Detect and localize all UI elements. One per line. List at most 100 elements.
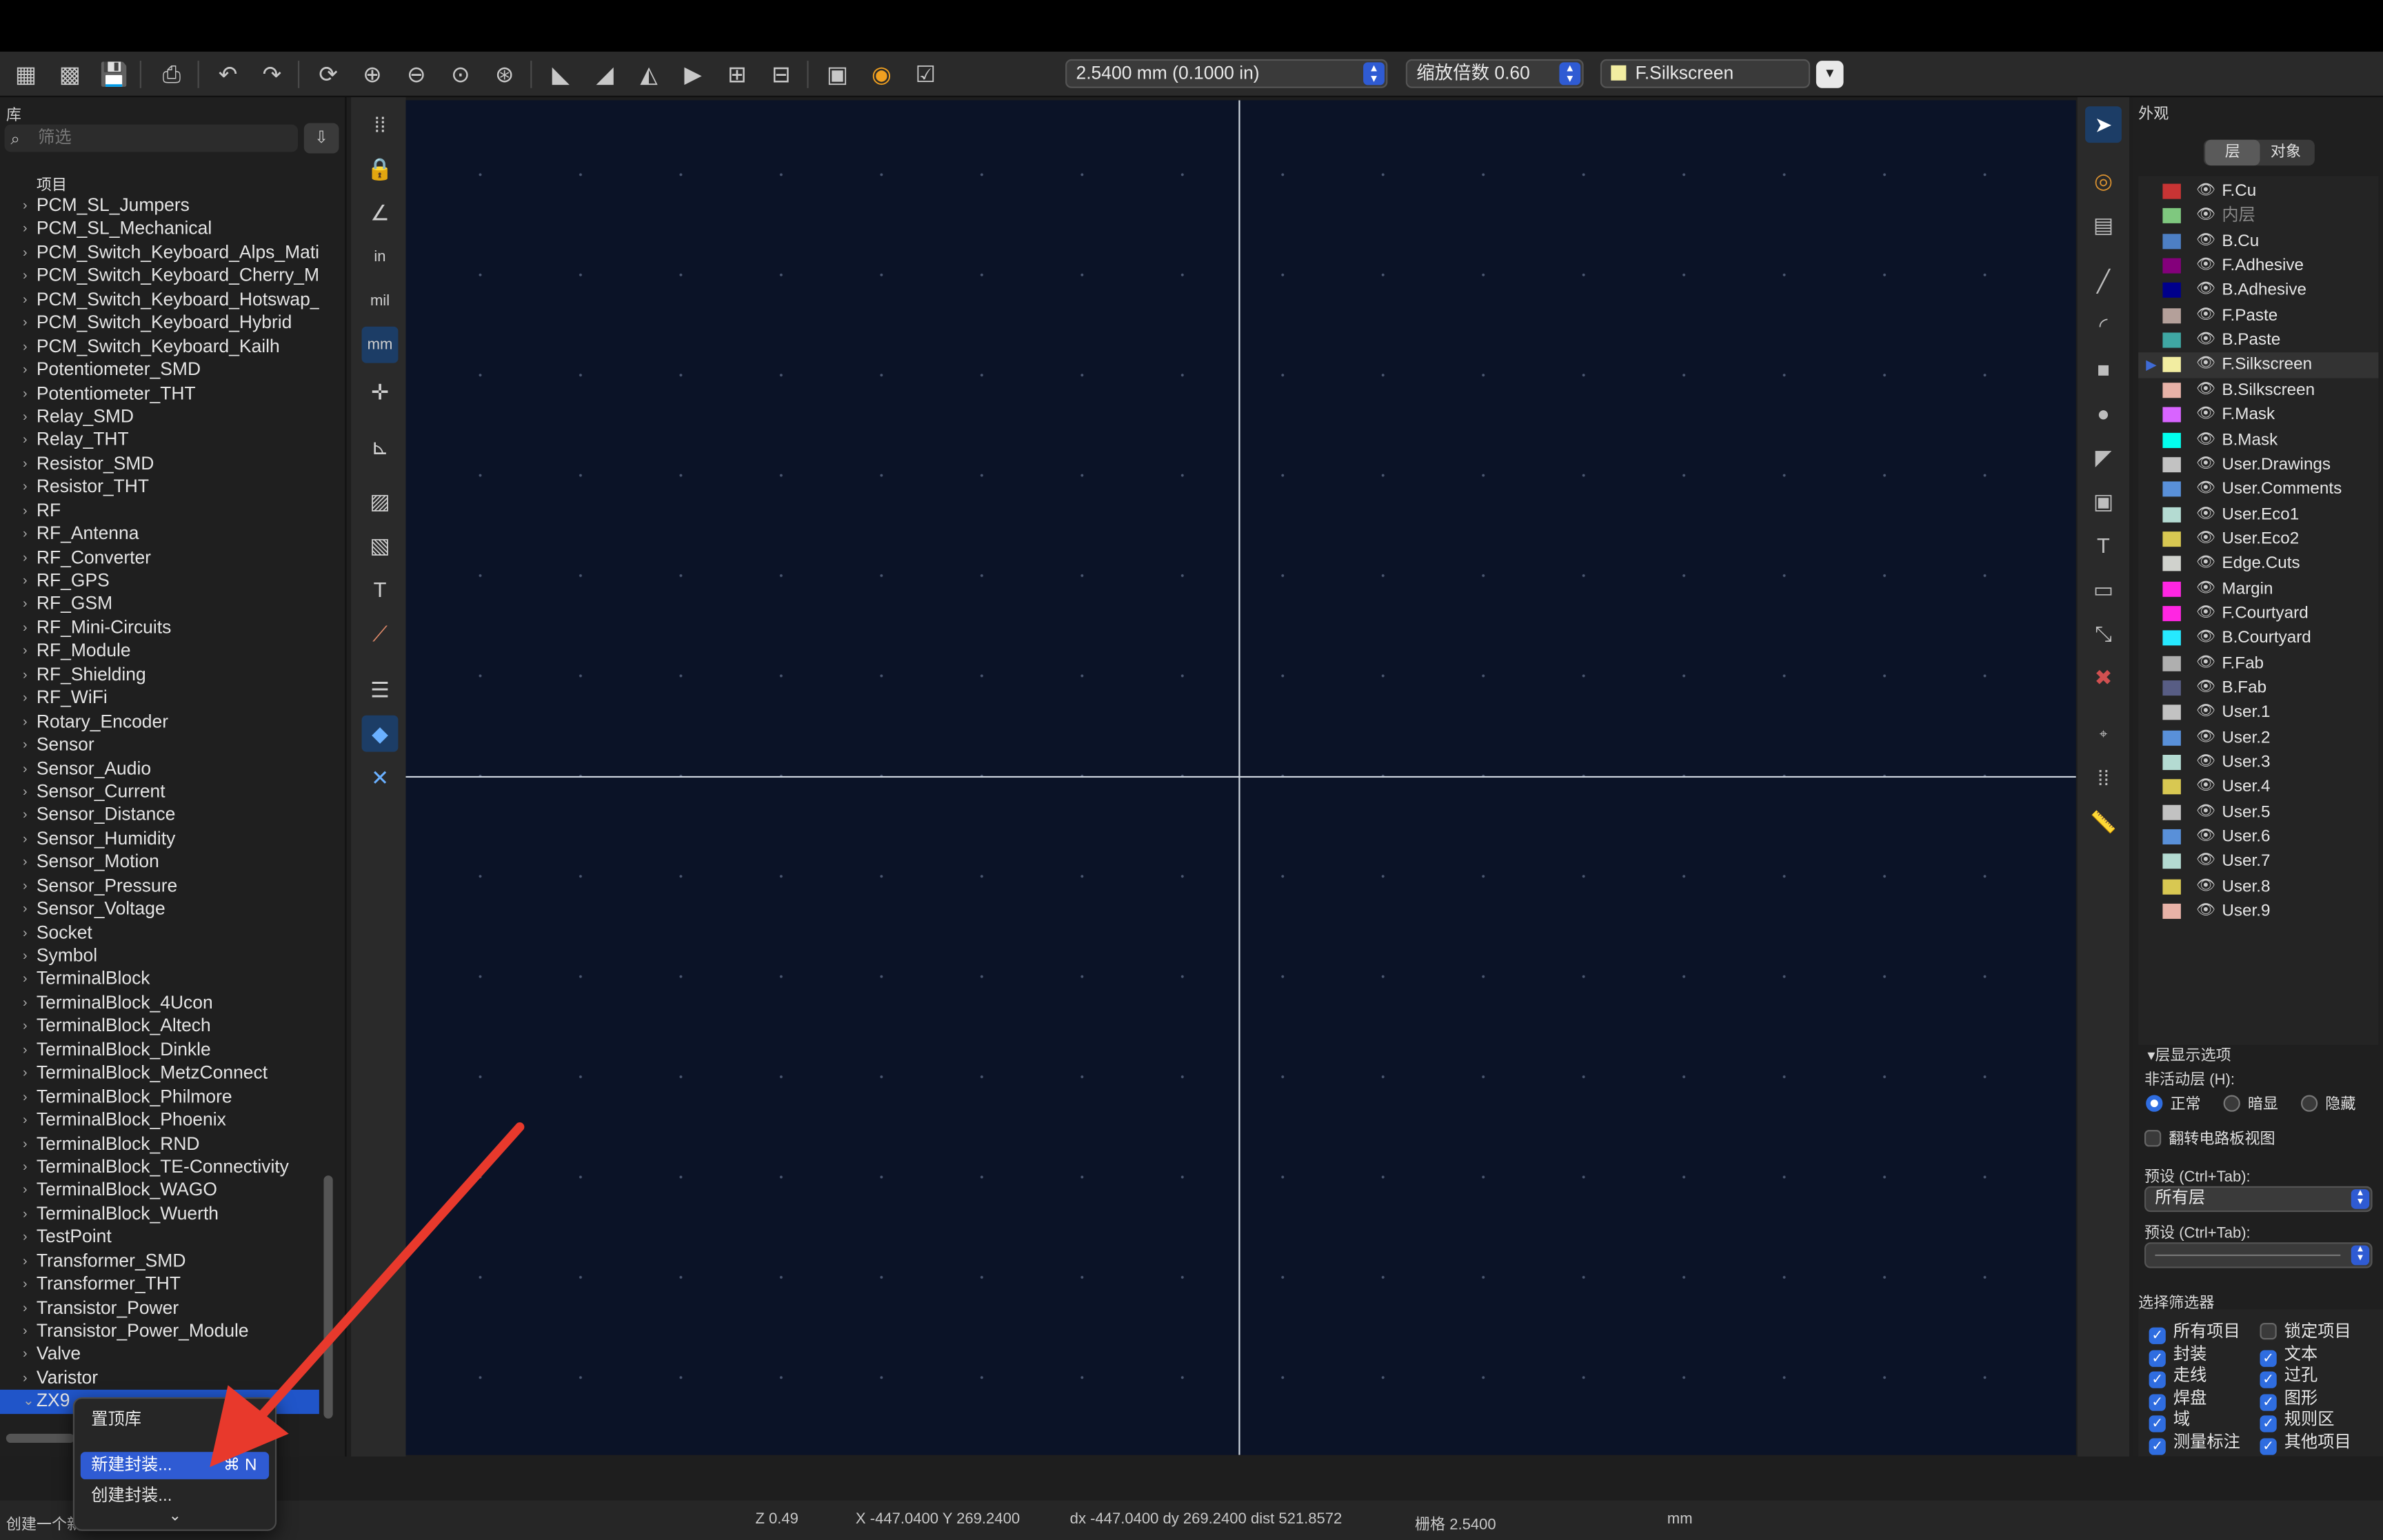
eye-icon[interactable]: 👁 xyxy=(2196,254,2215,278)
layer-color-swatch[interactable] xyxy=(2162,780,2181,796)
eye-icon[interactable]: 👁 xyxy=(2196,204,2215,228)
graphic-outline-icon[interactable]: ▧ xyxy=(362,527,399,564)
drawing-canvas[interactable] xyxy=(405,100,2076,1455)
library-tree-item[interactable]: › Potentiometer_SMD xyxy=(0,358,319,382)
grid-select[interactable]: 2.5400 mm (0.1000 in) ▴ ▾ xyxy=(1065,59,1388,88)
layer-color-swatch[interactable] xyxy=(2162,854,2181,870)
layer-color-swatch[interactable] xyxy=(2162,307,2181,323)
layer-color-swatch[interactable] xyxy=(2162,630,2181,647)
refresh-icon[interactable]: ⟳ xyxy=(312,58,345,91)
add-text-icon[interactable]: T xyxy=(2085,527,2122,564)
new-footprint-icon[interactable]: ▦ xyxy=(9,58,42,91)
eye-icon[interactable]: 👁 xyxy=(2196,303,2215,327)
layer-color-swatch[interactable] xyxy=(2162,208,2181,224)
layer-row[interactable]: 👁 User.Drawings xyxy=(2138,452,2378,477)
layer-row[interactable]: 👁 Edge.Cuts xyxy=(2138,551,2378,576)
radio-hide[interactable]: 隐藏 xyxy=(2301,1091,2355,1113)
eye-icon[interactable]: 👁 xyxy=(2196,676,2215,700)
layer-display-options-toggle[interactable]: ▾层显示选项 xyxy=(2147,1042,2231,1064)
flip-board-checkbox[interactable]: 翻转电路板视图 xyxy=(2144,1126,2275,1148)
tree-panel-icon[interactable]: ☰ xyxy=(362,671,399,708)
selection-filter-checkbox[interactable]: 锁定项目 xyxy=(2260,1318,2351,1342)
highlight-net-icon[interactable]: ⟋ xyxy=(362,615,399,651)
library-tree-item[interactable]: › Valve xyxy=(0,1344,319,1367)
preset-select[interactable]: 所有层 ▴ ▾ xyxy=(2144,1186,2373,1213)
layer-row[interactable]: 👁 User.4 xyxy=(2138,775,2378,800)
pad-outline-icon[interactable]: ▨ xyxy=(362,483,399,520)
radio-dim[interactable]: 暗显 xyxy=(2223,1091,2278,1113)
text-outline-icon[interactable]: T xyxy=(362,571,399,607)
library-tree-item[interactable]: › RF_Module xyxy=(0,640,319,663)
tab-layers[interactable]: 层 xyxy=(2205,139,2260,166)
menu-create-footprint[interactable]: 创建封装... xyxy=(81,1482,269,1510)
layer-row[interactable]: 👁 User.Comments xyxy=(2138,477,2378,502)
layer-row[interactable]: 👁 F.Paste xyxy=(2138,303,2378,328)
library-tree-item[interactable]: › Sensor_Humidity xyxy=(0,827,319,851)
library-tree-item[interactable]: › RF_GPS xyxy=(0,569,319,593)
layer-color-swatch[interactable] xyxy=(2162,580,2181,596)
add-image-icon[interactable]: ▣ xyxy=(2085,483,2122,520)
library-tree-item[interactable]: › Sensor_Audio xyxy=(0,757,319,780)
layer-color-swatch[interactable] xyxy=(2162,407,2181,423)
radio-normal[interactable]: 正常 xyxy=(2146,1091,2201,1113)
add-zone-icon[interactable]: ▤ xyxy=(2085,207,2122,243)
eye-icon[interactable]: 👁 xyxy=(2196,427,2215,452)
eye-icon[interactable]: 👁 xyxy=(2196,477,2215,501)
layer-color-swatch[interactable] xyxy=(2162,531,2181,547)
zoom-in-icon[interactable]: ⊕ xyxy=(356,58,389,91)
layer-row[interactable]: ▶ 👁 F.Silkscreen xyxy=(2138,353,2379,378)
mils-icon[interactable]: mil xyxy=(362,283,399,319)
library-tree-item[interactable]: › Rotary_Encoder xyxy=(0,710,319,733)
select-arrow-icon[interactable]: ➤ xyxy=(2085,106,2122,143)
add-dimension-icon[interactable]: ⤡ xyxy=(2085,615,2122,651)
add-textbox-icon[interactable]: ▭ xyxy=(2085,571,2122,607)
tools-icon[interactable]: ✕ xyxy=(362,760,399,796)
eye-icon[interactable]: 👁 xyxy=(2196,725,2215,749)
library-tree-item[interactable]: › Sensor_Distance xyxy=(0,804,319,827)
menu-pin-library[interactable]: 置顶库 xyxy=(81,1406,269,1434)
layer-row[interactable]: 👁 User.7 xyxy=(2138,850,2378,875)
library-tree-item[interactable]: › RF xyxy=(0,499,319,523)
sort-icon[interactable]: ⇩ xyxy=(303,123,339,154)
ungroup-icon[interactable]: ⊟ xyxy=(765,58,798,91)
eye-icon[interactable]: 👁 xyxy=(2196,551,2215,576)
library-tree-item[interactable]: › Sensor xyxy=(0,733,319,757)
library-tree-item[interactable]: › Transformer_THT xyxy=(0,1273,319,1297)
library-tree-item[interactable]: › TerminalBlock_Altech xyxy=(0,1015,319,1038)
library-tree-item[interactable]: › Transformer_SMD xyxy=(0,1250,319,1273)
layer-color-swatch[interactable] xyxy=(2162,879,2181,895)
selection-filter-checkbox[interactable]: ✓ 其他项目 xyxy=(2260,1428,2351,1455)
library-search-input[interactable]: ⌕ 筛选 xyxy=(4,124,299,152)
pad-settings-icon[interactable]: ◉ xyxy=(865,58,898,91)
millimeters-icon[interactable]: mm xyxy=(361,326,399,363)
eye-icon[interactable]: 👁 xyxy=(2196,576,2215,600)
library-tree-item[interactable]: › Varistor xyxy=(0,1367,319,1390)
library-tree-item[interactable]: › TerminalBlock_Phoenix xyxy=(0,1108,319,1132)
layer-color-swatch[interactable] xyxy=(2162,655,2181,671)
layer-row[interactable]: 👁 F.Courtyard xyxy=(2138,601,2378,626)
layer-row[interactable]: 👁 B.Cu xyxy=(2138,229,2378,254)
layer-row[interactable]: 👁 F.Adhesive xyxy=(2138,254,2378,278)
library-tree-item[interactable]: › TerminalBlock_Philmore xyxy=(0,1085,319,1108)
draw-rectangle-icon[interactable]: ■ xyxy=(2085,351,2122,387)
layer-color-swatch[interactable] xyxy=(2162,481,2181,497)
delete-tool-icon[interactable]: ✖ xyxy=(2085,659,2122,696)
library-tree-item[interactable]: › PCM_Switch_Keyboard_Cherry_MX xyxy=(0,265,319,288)
library-tree-item[interactable]: › TerminalBlock_WAGO xyxy=(0,1179,319,1203)
layer-color-swatch[interactable] xyxy=(2162,829,2181,845)
library-tree-item[interactable]: › Sensor_Motion xyxy=(0,851,319,874)
eye-icon[interactable]: 👁 xyxy=(2196,875,2215,899)
layer-row[interactable]: 👁 Margin xyxy=(2138,576,2378,601)
rotate-ccw-icon[interactable]: ◣ xyxy=(544,58,577,91)
eye-icon[interactable]: 👁 xyxy=(2196,750,2215,774)
lock-icon[interactable]: 🔒 xyxy=(362,150,399,187)
library-tree-item[interactable]: › Relay_SMD xyxy=(0,405,319,429)
layer-row[interactable]: 👁 User.3 xyxy=(2138,750,2378,775)
eye-icon[interactable]: 👁 xyxy=(2196,850,2215,874)
eye-icon[interactable]: 👁 xyxy=(2196,229,2215,253)
eye-icon[interactable]: 👁 xyxy=(2196,775,2215,799)
angle-snap-icon[interactable]: ⊾ xyxy=(362,428,399,465)
library-tree-item[interactable]: › TerminalBlock xyxy=(0,968,319,991)
library-tree-item[interactable]: › TerminalBlock_MetzConnect xyxy=(0,1062,319,1085)
layer-color-swatch[interactable] xyxy=(2162,804,2181,820)
